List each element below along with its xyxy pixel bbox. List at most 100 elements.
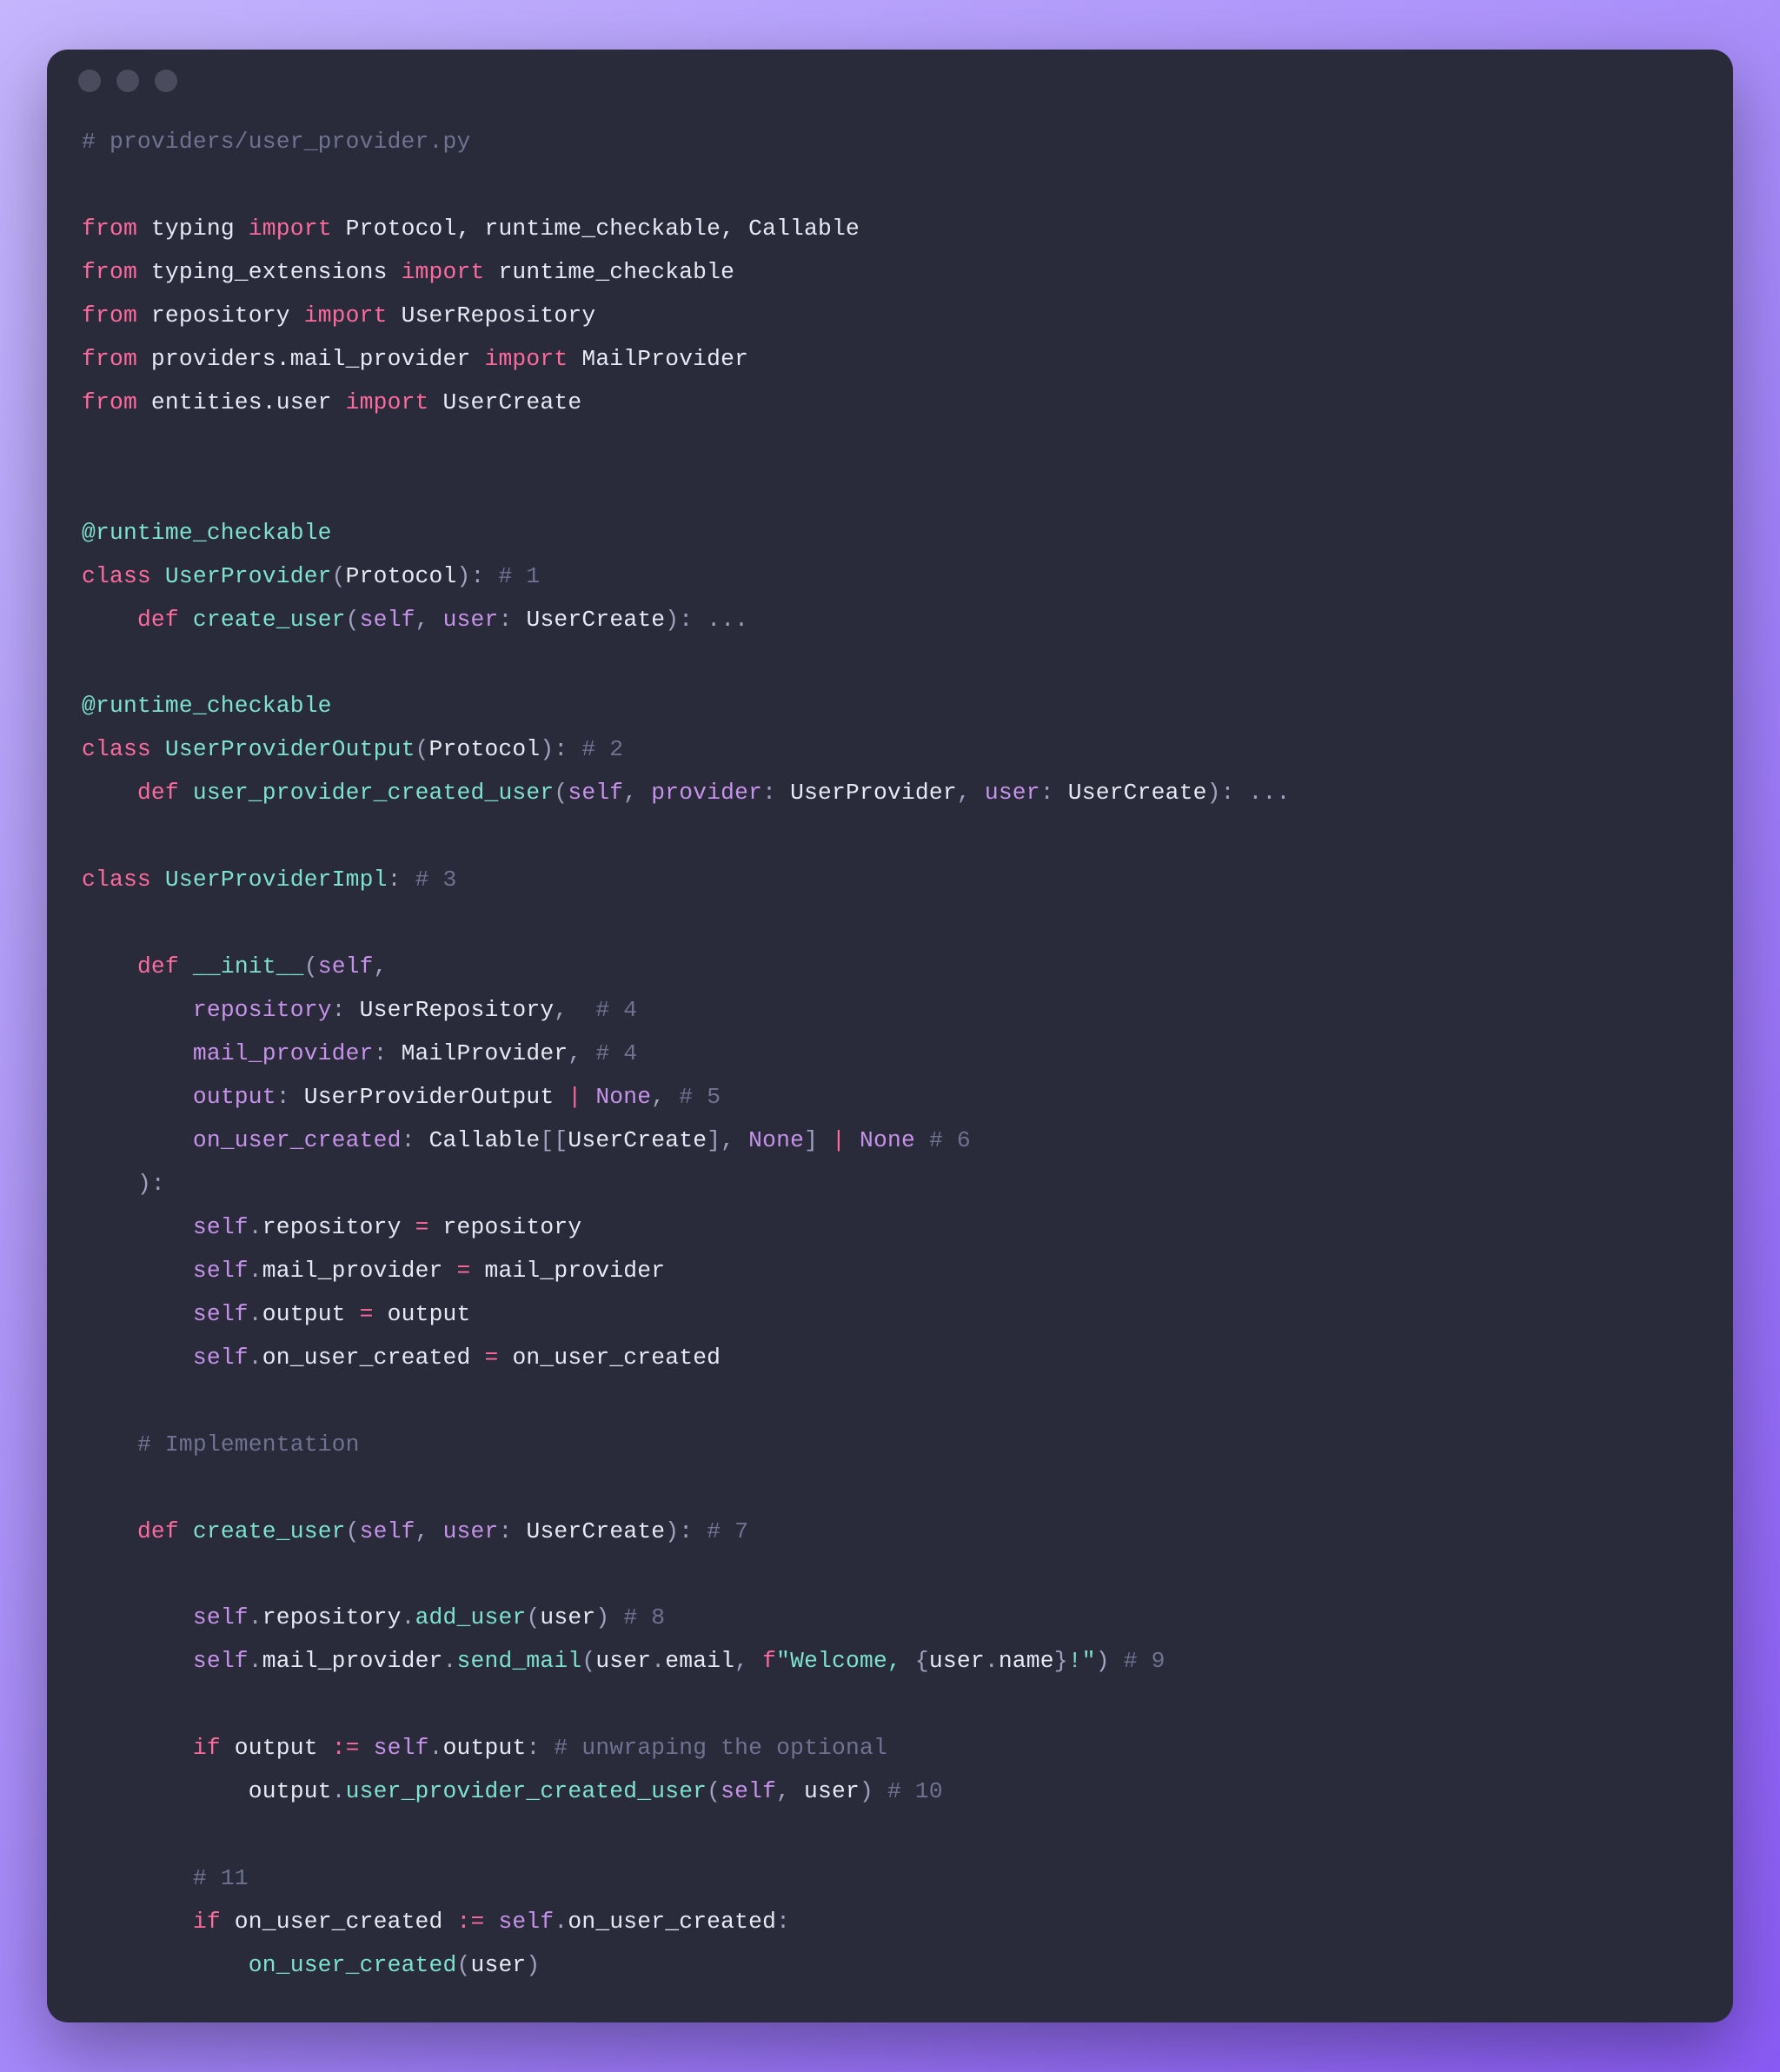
code-token: ( [304, 953, 318, 980]
code-token: : [374, 1040, 402, 1066]
window-control-minimize[interactable] [116, 70, 139, 92]
code-token: on_user_created [498, 1345, 721, 1371]
code-token: } [1054, 1648, 1068, 1674]
code-line: self.repository.add_user(user) # 8 [82, 1597, 1698, 1640]
window-control-zoom[interactable] [155, 70, 177, 92]
code-token: if [193, 1909, 221, 1935]
code-token: : [499, 607, 527, 633]
code-token: ): ... [1207, 780, 1291, 806]
code-token: None [595, 1084, 651, 1110]
code-line: def create_user(self, user: UserCreate):… [82, 1511, 1698, 1554]
code-line [82, 1684, 1698, 1727]
code-line: @runtime_checkable [82, 685, 1698, 728]
code-token: : [388, 867, 402, 893]
code-line: on_user_created(user) [82, 1944, 1698, 1988]
code-token: Protocol [429, 736, 541, 762]
code-token: from [82, 259, 137, 285]
code-token: repository [137, 302, 304, 329]
code-token: user [595, 1648, 651, 1674]
code-token: from [82, 302, 137, 329]
code-token: self [318, 953, 374, 980]
code-line: self.mail_provider = mail_provider [82, 1250, 1698, 1293]
code-token: None [748, 1127, 804, 1153]
code-token: : [762, 780, 790, 806]
code-token: self [193, 1301, 249, 1327]
code-token: self [360, 1518, 415, 1544]
code-token: class [82, 867, 151, 893]
code-token [82, 1431, 137, 1458]
code-token: self [374, 1735, 429, 1761]
code-token: "Welcome, [776, 1648, 915, 1674]
code-token: # unwraping the optional [554, 1735, 887, 1761]
code-token: , [651, 1084, 679, 1110]
code-token: ) [595, 1604, 623, 1630]
code-line: # Implementation [82, 1424, 1698, 1467]
code-token [484, 1909, 498, 1935]
code-token: # providers/user_provider.py [82, 129, 470, 155]
code-token: mail_provider [262, 1648, 443, 1674]
code-token: UserProviderOutput [165, 736, 415, 762]
code-token: mail_provider [471, 1258, 666, 1284]
code-area[interactable]: # providers/user_provider.py from typing… [47, 112, 1733, 2022]
code-token: := [457, 1909, 485, 1935]
code-token: if [193, 1735, 221, 1761]
code-token: output [374, 1301, 471, 1327]
code-line: def create_user(self, user: UserCreate):… [82, 599, 1698, 642]
code-token: ( [707, 1778, 721, 1804]
code-token [151, 563, 165, 589]
code-token [402, 867, 415, 893]
code-token: MailProvider [402, 1040, 568, 1066]
code-token: . [249, 1301, 262, 1327]
code-token: , [776, 1778, 804, 1804]
code-token [179, 953, 193, 980]
code-token: __init__ [193, 953, 304, 980]
code-token: repository [262, 1604, 402, 1630]
code-token: output [443, 1735, 527, 1761]
code-token: repository [193, 997, 332, 1023]
code-token: . [249, 1604, 262, 1630]
code-token: self [568, 780, 623, 806]
code-token [915, 1127, 929, 1153]
code-token: , [374, 953, 388, 980]
code-token: . [249, 1345, 262, 1371]
window-control-close[interactable] [78, 70, 101, 92]
code-line: self.repository = repository [82, 1206, 1698, 1250]
code-line: from entities.user import UserCreate [82, 382, 1698, 425]
code-token: ( [457, 1952, 471, 1978]
code-token: output [193, 1084, 276, 1110]
code-token: Protocol [346, 563, 457, 589]
code-line: repository: UserRepository, # 4 [82, 989, 1698, 1033]
code-token: self [721, 1778, 776, 1804]
code-token: from [82, 389, 137, 415]
code-token [82, 1952, 249, 1978]
code-token [540, 1735, 554, 1761]
code-line: # providers/user_provider.py [82, 121, 1698, 164]
code-token: # 4 [595, 1040, 637, 1066]
code-token: = [484, 1345, 498, 1371]
code-line: self.mail_provider.send_mail(user.email,… [82, 1640, 1698, 1684]
code-token [151, 736, 165, 762]
code-line: ): [82, 1163, 1698, 1206]
window-titlebar [47, 50, 1733, 112]
code-token [82, 1214, 193, 1240]
code-token: self [498, 1909, 554, 1935]
code-token: # 4 [595, 997, 637, 1023]
code-line: output.user_provider_created_user(self, … [82, 1770, 1698, 1814]
code-token: # 7 [707, 1518, 748, 1544]
code-token: user [804, 1778, 860, 1804]
code-line: if on_user_created := self.on_user_creat… [82, 1901, 1698, 1944]
code-token: ): [137, 1171, 165, 1197]
code-token: UserCreate [526, 1518, 665, 1544]
code-token [179, 607, 193, 633]
code-token: typing [137, 216, 249, 242]
code-token [82, 1909, 193, 1935]
code-token: | [832, 1127, 846, 1153]
code-token: : [402, 1127, 429, 1153]
code-token: user_provider_created_user [193, 780, 555, 806]
code-token: on_user_created [193, 1127, 402, 1153]
code-token [179, 1518, 193, 1544]
code-line: self.on_user_created = on_user_created [82, 1337, 1698, 1380]
code-token: : [1040, 780, 1068, 806]
code-token: import [304, 302, 388, 329]
code-token: add_user [415, 1604, 527, 1630]
